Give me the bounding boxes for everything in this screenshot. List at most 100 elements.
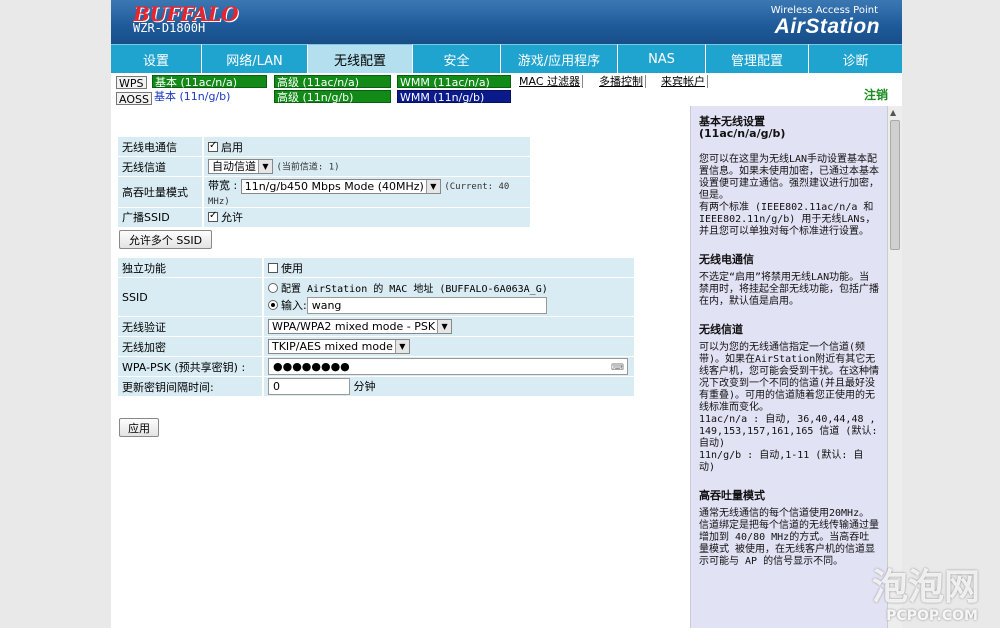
chevron-down-icon: ▼ — [258, 160, 272, 173]
help-panel: 基本无线设置 (11ac/n/a/g/b) 您可以在这里为无线LAN手动设置基本… — [690, 106, 887, 628]
row-channel: 无线信道 自动信道 ▼ (当前信道: 1) — [118, 157, 530, 176]
subnav-wps[interactable]: WPS — [116, 76, 147, 90]
label-radio: 无线电通信 — [118, 137, 204, 156]
subnav-mac-filter[interactable]: MAC 过滤器 — [517, 75, 583, 88]
label-encrypt: 无线加密 — [118, 337, 264, 356]
help-basic-text-2: 有两个标准 (IEEE802.11ac/n/a 和 IEEE802.11n/g/… — [699, 202, 876, 237]
auth-select[interactable]: WPA/WPA2 mixed mode - PSK ▼ — [268, 319, 453, 334]
row-encrypt: 无线加密 TKIP/AES mixed mode ▼ — [118, 337, 634, 356]
watermark-site: PCPOP.COM — [886, 608, 978, 624]
bandwidth-select[interactable]: 11n/g/b450 Mbps Mode (40MHz) ▼ — [240, 178, 441, 194]
ssid-mac-radio[interactable] — [268, 282, 278, 293]
encrypt-select[interactable]: TKIP/AES mixed mode ▼ — [268, 339, 410, 354]
label-isolation: 独立功能 — [118, 258, 264, 277]
ssid-input-radio[interactable] — [268, 299, 278, 310]
help-basic-text: 您可以在这里为无线LAN手动设置基本配置信息。如果未使用加密，已通过本基本设置便… — [699, 154, 879, 201]
channel-select-value: 自动信道 — [212, 160, 256, 173]
ssid-broadcast-checkbox[interactable] — [208, 210, 218, 222]
radio-enable-checkbox[interactable] — [208, 140, 218, 152]
rekey-input[interactable]: 0 — [268, 378, 350, 396]
wireless-basic-table: 无线电通信 启用 无线信道 自动信道▼ (当前信道: 1) 高吞吐量模式 带宽 … — [118, 136, 530, 228]
tab-wireless[interactable]: 无线配置 — [308, 44, 413, 73]
subnav-basic-bgn[interactable]: 基本 (11n/g/b) — [152, 90, 267, 103]
help-radio-text: 不选定“启用”将禁用无线LAN功能。当禁用时，将挂起全部无线功能，包括广播在内，… — [699, 272, 879, 307]
psk-input-value: ●●●●●●●● — [273, 360, 350, 373]
sub-nav: WPS AOSS 基本 (11ac/n/a) 基本 (11n/g/b) 高级 (… — [111, 73, 902, 106]
label-ssid-broadcast: 广播SSID — [118, 207, 204, 227]
model-name: WZR-D1800H — [133, 21, 206, 35]
tab-lan[interactable]: 网络/LAN — [202, 44, 308, 73]
bandwidth-label: 带宽 : — [208, 179, 238, 192]
tab-nas[interactable]: NAS — [618, 44, 706, 73]
subnav-wmm-bgn[interactable]: WMM (11n/g/b) — [397, 90, 511, 104]
subnav-basic-ac[interactable]: 基本 (11ac/n/a) — [152, 75, 267, 89]
value-isolation: 使用 — [264, 258, 634, 277]
header-banner: BUFFALO WZR-D1800H Wireless Access Point… — [111, 0, 902, 44]
tab-diagnostics[interactable]: 诊断 — [809, 44, 902, 73]
chevron-down-icon: ▼ — [394, 340, 409, 353]
help-title-radio: 无线电通信 — [699, 253, 754, 266]
radio-enable-label: 启用 — [221, 140, 243, 154]
subnav-guest[interactable]: 来宾帐户 — [659, 75, 708, 88]
value-radio: 启用 — [204, 137, 530, 156]
chevron-down-icon: ▼ — [437, 320, 452, 333]
encrypt-select-value: TKIP/AES mixed mode — [272, 340, 393, 353]
value-ssid-broadcast: 允许 — [204, 207, 530, 227]
subnav-wmm-ac[interactable]: WMM (11ac/n/a) — [397, 75, 511, 89]
label-rekey: 更新密钥间隔时间: — [118, 377, 264, 396]
help-throughput-text-2: 信道绑定是把每个信道的无线传输通过量增加到 40/80 MHz的方式。当高吞吐量… — [699, 520, 879, 567]
subnav-aoss[interactable]: AOSS — [116, 92, 152, 106]
row-ssid-broadcast: 广播SSID 允许 — [118, 207, 530, 227]
tab-games[interactable]: 游戏/应用程序 — [501, 44, 618, 73]
help-channel-bgn: 11n/g/b : 自动,1-11 (默认: 自动) — [699, 450, 864, 473]
label-channel: 无线信道 — [118, 157, 204, 176]
logout-link[interactable]: 注销 — [864, 86, 888, 103]
router-admin-page: BUFFALO WZR-D1800H Wireless Access Point… — [111, 0, 902, 628]
main-nav: 设置 网络/LAN 无线配置 安全 游戏/应用程序 NAS 管理配置 诊断 — [111, 44, 902, 73]
channel-select[interactable]: 自动信道 ▼ — [208, 159, 273, 174]
help-title-channel: 无线信道 — [699, 323, 743, 336]
multi-ssid-button[interactable]: 允许多个 SSID — [119, 230, 212, 249]
row-psk: WPA-PSK (预共享密钥) : ●●●●●●●● ⌨ — [118, 357, 634, 376]
watermark-logo: 泡泡网 — [871, 567, 980, 608]
help-channel-text: 可以为您的无线通信指定一个信道(频带)。如果在AirStation附近有其它无线… — [699, 342, 879, 413]
row-radio: 无线电通信 启用 — [118, 137, 530, 156]
value-encrypt: TKIP/AES mixed mode ▼ — [264, 337, 634, 356]
help-scrollbar[interactable]: ▲ — [887, 106, 902, 628]
row-isolation: 独立功能 使用 — [118, 258, 634, 277]
label-ssid: SSID — [118, 278, 264, 316]
apply-button[interactable]: 应用 — [119, 418, 159, 437]
value-auth: WPA/WPA2 mixed mode - PSK ▼ — [264, 317, 634, 336]
tab-admin[interactable]: 管理配置 — [706, 44, 809, 73]
scroll-thumb[interactable] — [890, 120, 900, 250]
tab-setup[interactable]: 设置 — [111, 44, 202, 73]
ssid-input[interactable]: wang — [306, 297, 547, 315]
bandwidth-select-value: 11n/g/b450 Mbps Mode (40MHz) — [244, 179, 424, 193]
label-psk: WPA-PSK (预共享密钥) : — [118, 357, 264, 376]
row-throughput: 高吞吐量模式 带宽 : 11n/g/b450 Mbps Mode (40MHz)… — [118, 177, 530, 207]
tab-security[interactable]: 安全 — [413, 44, 501, 73]
scroll-up-icon[interactable]: ▲ — [890, 108, 896, 117]
value-ssid: 配置 AirStation 的 MAC 地址 (BUFFALO-6A063A_G… — [264, 278, 634, 316]
product-logo: AirStation — [774, 15, 880, 38]
main-content: 无线电通信 启用 无线信道 自动信道▼ (当前信道: 1) 高吞吐量模式 带宽 … — [111, 106, 690, 628]
row-rekey: 更新密钥间隔时间: 0 分钟 — [118, 377, 634, 396]
ssid-input-option: 输入: — [281, 298, 307, 312]
subnav-multicast[interactable]: 多播控制 — [597, 75, 646, 88]
value-psk: ●●●●●●●● ⌨ — [264, 357, 634, 376]
value-rekey: 0 分钟 — [264, 377, 634, 396]
isolation-checkbox[interactable] — [268, 262, 278, 273]
wireless-security-table: 独立功能 使用 SSID 配置 AirStation 的 MAC 地址 (BUF… — [118, 257, 634, 397]
auth-select-value: WPA/WPA2 mixed mode - PSK — [272, 320, 436, 333]
keyboard-icon: ⌨ — [611, 363, 624, 373]
subnav-advanced-bgn[interactable]: 高级 (11n/g/b) — [274, 90, 391, 104]
psk-input[interactable]: ●●●●●●●● ⌨ — [268, 358, 628, 375]
help-throughput-text: 通常无线通信的每个信道使用20MHz。 — [699, 508, 870, 519]
help-title-basic-std: (11ac/n/a/g/b) — [699, 127, 786, 140]
subnav-advanced-ac[interactable]: 高级 (11ac/n/a) — [274, 75, 391, 89]
chevron-down-icon: ▼ — [425, 179, 440, 193]
value-channel: 自动信道 ▼ (当前信道: 1) — [204, 157, 530, 176]
row-auth: 无线验证 WPA/WPA2 mixed mode - PSK ▼ — [118, 317, 634, 336]
row-ssid: SSID 配置 AirStation 的 MAC 地址 (BUFFALO-6A0… — [118, 278, 634, 316]
help-title-throughput: 高吞吐量模式 — [699, 489, 765, 502]
